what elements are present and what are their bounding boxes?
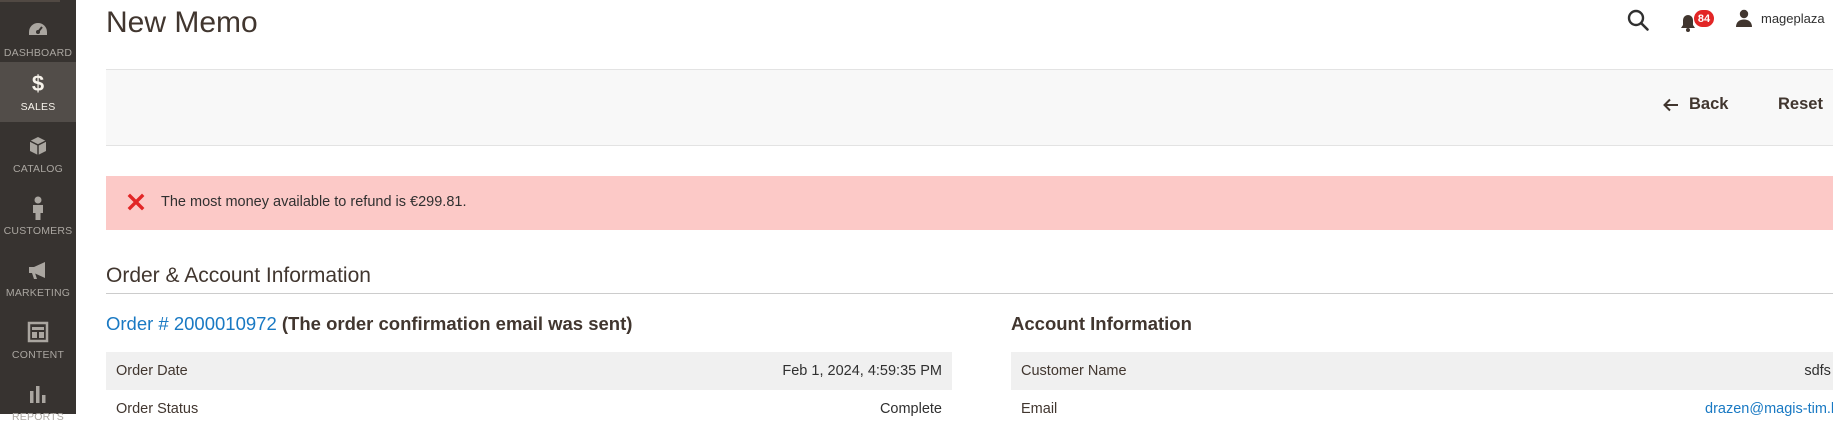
person-icon <box>25 196 51 220</box>
sidebar-item-catalog[interactable]: CATALOG <box>0 124 76 184</box>
arrow-left-icon <box>1663 98 1678 111</box>
order-date-label: Order Date <box>116 363 188 379</box>
layout-icon <box>25 320 51 344</box>
section-title: Order & Account Information <box>106 264 371 287</box>
sidebar-item-label: CUSTOMERS <box>3 224 73 237</box>
sidebar-item-label: SALES <box>20 100 56 113</box>
user-account-menu[interactable]: mageplaza <box>1735 9 1825 27</box>
order-number-link[interactable]: Order # 2000010972 <box>106 313 277 334</box>
page-actions-bar <box>106 69 1833 146</box>
order-heading: Order # 2000010972 (The order confirmati… <box>106 313 632 335</box>
global-search-button[interactable] <box>1626 8 1650 32</box>
account-information-heading: Account Information <box>1011 313 1192 334</box>
page-title: New Memo <box>106 6 258 39</box>
dollar-icon: $ <box>25 72 51 96</box>
sidebar-top-rule <box>0 0 60 2</box>
notifications-button[interactable]: 84 <box>1680 9 1715 35</box>
table-row: Order Status Complete <box>106 390 952 428</box>
dashboard-icon <box>25 18 51 42</box>
error-message: The most money available to refund is €2… <box>106 176 1833 230</box>
box-icon <box>25 134 51 158</box>
username: mageplaza <box>1761 10 1825 26</box>
bar-chart-icon <box>25 382 51 406</box>
error-message-text: The most money available to refund is €2… <box>161 194 467 210</box>
order-status-value: Complete <box>879 401 942 417</box>
table-row: Order Date Feb 1, 2024, 4:59:35 PM <box>106 352 952 390</box>
svg-text:$: $ <box>32 73 44 95</box>
sidebar-item-reports[interactable]: REPORTS <box>0 372 76 432</box>
back-button[interactable]: Back <box>1663 95 1728 114</box>
back-button-label: Back <box>1689 95 1729 113</box>
sidebar-item-label: MARKETING <box>5 286 71 299</box>
error-x-icon <box>127 193 145 211</box>
sidebar-item-label: DASHBOARD <box>3 46 73 59</box>
customer-name-value: sdfs f <box>1804 363 1833 379</box>
table-row: Customer Name sdfs f <box>1011 352 1833 390</box>
order-info-table: Order Date Feb 1, 2024, 4:59:35 PM Order… <box>106 352 952 428</box>
customer-name-label: Customer Name <box>1021 363 1127 379</box>
account-info-table: Customer Name sdfs f Email drazen@magis-… <box>1011 352 1833 428</box>
user-icon <box>1736 9 1752 27</box>
email-link[interactable]: drazen@magis-tim.h <box>1705 401 1833 417</box>
email-label: Email <box>1021 401 1058 417</box>
sidebar-item-content[interactable]: CONTENT <box>0 310 76 370</box>
order-date-value: Feb 1, 2024, 4:59:35 PM <box>782 363 942 379</box>
order-email-note: (The order confirmation email was sent) <box>276 313 633 334</box>
sidebar-item-marketing[interactable]: MARKETING <box>0 248 76 308</box>
sidebar-item-label: CONTENT <box>11 348 65 361</box>
table-row: Email drazen@magis-tim.h <box>1011 390 1833 428</box>
sidebar-item-label: REPORTS <box>12 410 64 423</box>
admin-sidebar: DASHBOARD $ SALES CATALOG CUSTOMERS MARK… <box>0 0 76 423</box>
megaphone-icon <box>25 258 51 282</box>
sidebar-item-sales[interactable]: $ SALES <box>0 62 76 122</box>
reset-button[interactable]: Reset <box>1778 95 1823 114</box>
order-status-label: Order Status <box>116 401 199 417</box>
sidebar-item-customers[interactable]: CUSTOMERS <box>0 186 76 246</box>
sidebar-item-dashboard[interactable]: DASHBOARD <box>0 8 76 68</box>
section-divider <box>106 293 1833 294</box>
sidebar-item-label: CATALOG <box>12 162 64 175</box>
search-icon <box>1627 9 1649 31</box>
notifications-count-badge: 84 <box>1693 9 1715 28</box>
